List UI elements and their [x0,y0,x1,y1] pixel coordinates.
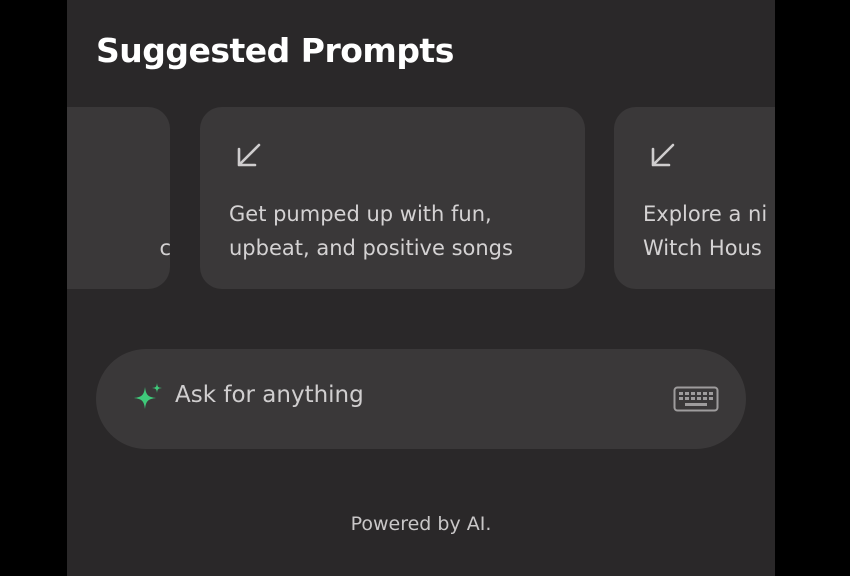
sparkle-icon [134,383,162,409]
prompt-card-line-1: Get pumped up with fun, [229,202,492,226]
prompt-card-line-2: c [159,236,170,260]
prompt-card-text: c [159,231,170,265]
ask-input[interactable]: Ask for anything [96,349,746,449]
keyboard-icon[interactable] [673,386,719,412]
prompt-card[interactable]: Explore a ni Witch Hous [614,107,775,289]
arrow-down-left-icon [237,143,261,167]
prompt-card-line-1: Explore a ni [643,202,768,226]
prompt-card-line-2: upbeat, and positive songs [229,236,513,260]
ask-input-placeholder: Ask for anything [175,382,364,408]
powered-by-label: Powered by AI. [350,513,492,535]
page-title: Suggested Prompts [96,31,454,70]
prompt-card-text: Explore a ni Witch Hous [643,197,767,265]
app-screen: Suggested Prompts c Get pumped up with f… [67,0,775,576]
arrow-down-left-icon [651,143,675,167]
prompt-card-line-2: Witch Hous [643,236,762,260]
prompt-card[interactable]: Get pumped up with fun, upbeat, and posi… [200,107,585,289]
prompt-card-text: Get pumped up with fun, upbeat, and posi… [229,197,513,265]
prompt-card[interactable]: c [67,107,170,289]
